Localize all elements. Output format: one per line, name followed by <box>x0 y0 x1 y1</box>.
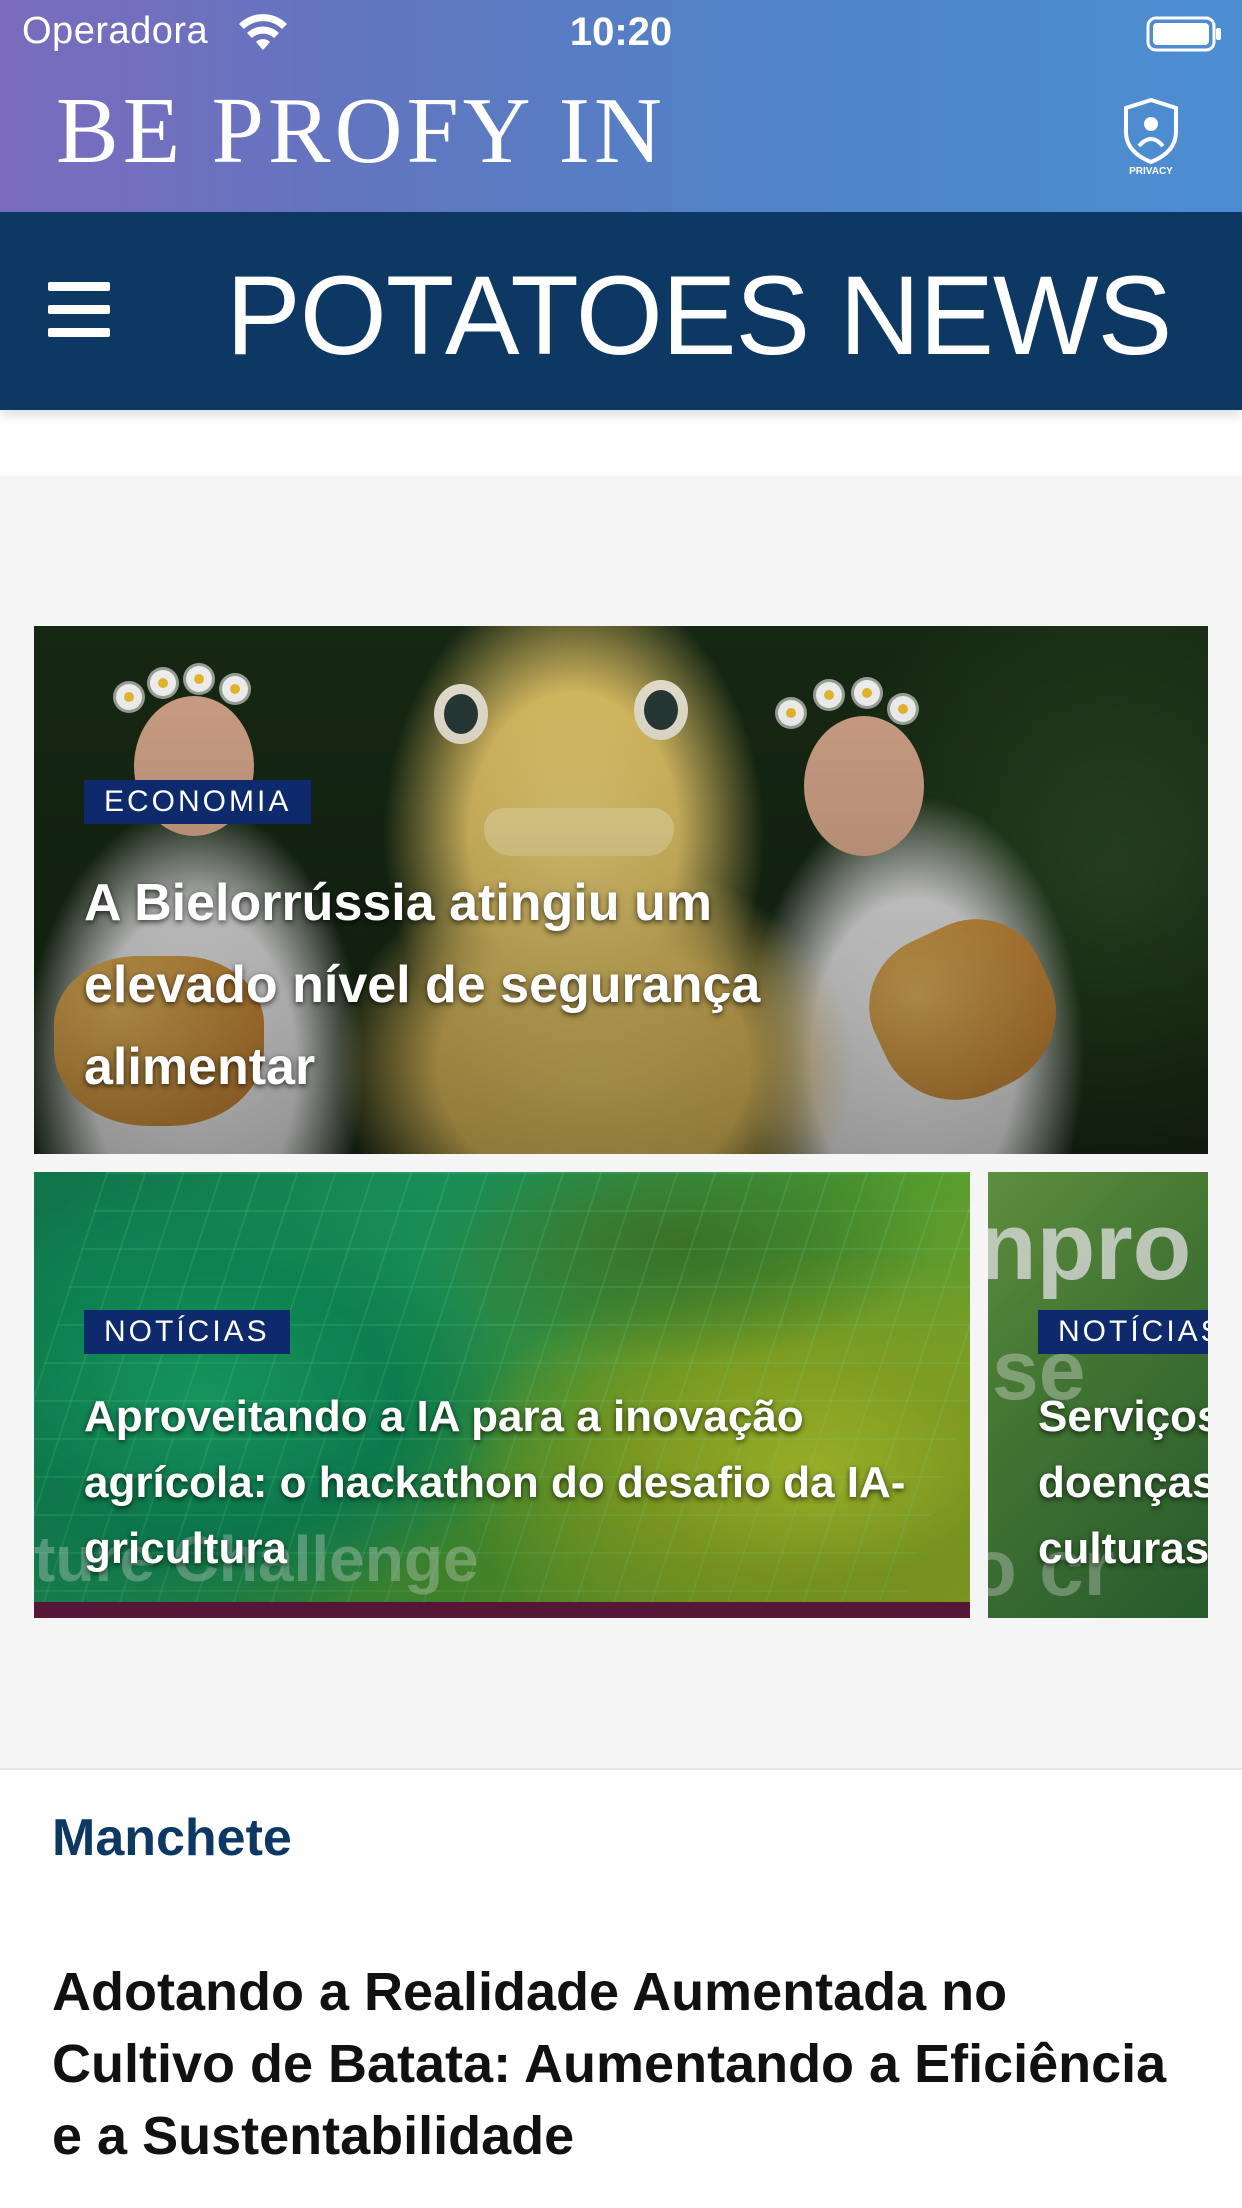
top-header: Operadora 10:20 BE PROFY IN PRIVACY <box>0 0 1242 212</box>
privacy-badge-label: PRIVACY <box>1129 166 1173 177</box>
nav-title: POTATOES NEWS <box>226 253 1172 378</box>
battery-icon <box>1146 16 1221 52</box>
hamburger-menu-icon[interactable] <box>48 282 114 338</box>
category-badge: NOTÍCIAS <box>1038 1310 1208 1354</box>
privacy-icon[interactable]: PRIVACY <box>1118 96 1184 180</box>
featured-card[interactable]: npro se o cr NOTÍCIAS Serviços de doença… <box>988 1172 1208 1618</box>
status-bar: Operadora 10:20 <box>0 0 1242 66</box>
featured-title: Aproveitando a IA para a inovação agríco… <box>84 1392 906 1573</box>
navbar: POTATOES NEWS <box>0 212 1242 410</box>
featured-title: Serviços de doenças culturas <box>1038 1392 1208 1573</box>
headline-item[interactable]: Adotando a Realidade Aumentada no Cultiv… <box>52 1956 1192 2172</box>
section-title: Manchete <box>52 1809 292 1867</box>
category-badge: NOTÍCIAS <box>84 1310 290 1354</box>
featured-title: A Bielorrússia atingiu um elevado nível … <box>84 874 761 1096</box>
headlines-section: Manchete Adotando a Realidade Aumentada … <box>0 1768 1242 2208</box>
featured-card[interactable]: ture Challenge NOTÍCIAS Aproveitando a I… <box>34 1172 970 1618</box>
app-screen: Operadora 10:20 BE PROFY IN PRIVACY POTA… <box>0 0 1242 2208</box>
category-badge: ECONOMIA <box>84 780 312 824</box>
featured-card[interactable]: ECONOMIA A Bielorrússia atingiu um eleva… <box>34 626 1208 1154</box>
brand-title: BE PROFY IN <box>56 79 666 183</box>
clock: 10:20 <box>569 10 673 54</box>
